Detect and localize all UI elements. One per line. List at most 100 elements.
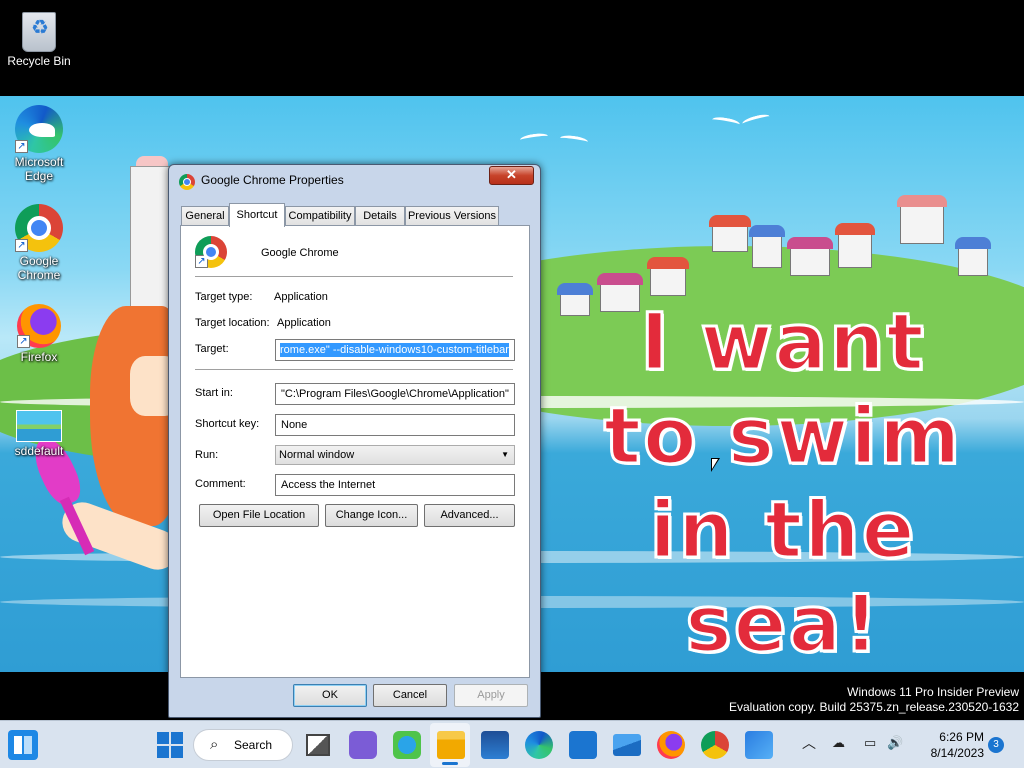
tab-compatibility[interactable]: Compatibility — [285, 206, 355, 226]
house — [647, 257, 689, 296]
task-view-icon[interactable] — [306, 734, 330, 756]
comment-input[interactable]: Access the Internet — [275, 474, 515, 496]
start-tile — [157, 732, 169, 744]
chevron-down-icon: ▼ — [501, 450, 509, 459]
desktop-icon-label: Recycle Bin — [7, 54, 71, 68]
teams-chat-icon[interactable] — [349, 731, 377, 759]
start-button[interactable] — [156, 731, 184, 759]
close-button[interactable]: ✕ — [489, 166, 534, 185]
desktop-icon-sddefault[interactable]: sddefault — [1, 402, 77, 458]
dialog-titlebar[interactable]: Google Chrome Properties ✕ — [169, 165, 540, 195]
wallpaper-slogan: I want to swim in the sea! — [548, 296, 1018, 672]
edge-taskbar-icon[interactable] — [525, 731, 553, 759]
target-type-value: Application — [274, 291, 328, 303]
file-explorer-icon[interactable] — [437, 731, 465, 759]
taskbar: ⌕ Search ︿ ☁ ▭ 🔊 6:26 PM 8/14/2023 3 — [0, 720, 1024, 768]
chevron-up-icon[interactable]: ︿ — [802, 733, 816, 753]
start-in-input[interactable]: "C:\Program Files\Google\Chrome\Applicat… — [275, 383, 515, 405]
firefox-taskbar-icon[interactable] — [657, 731, 685, 759]
mail-icon[interactable] — [613, 734, 641, 756]
taskbar-clock[interactable]: 6:26 PM 8/14/2023 — [914, 729, 984, 761]
snipping-tool-icon[interactable] — [745, 731, 773, 759]
tab-general[interactable]: General — [181, 206, 229, 226]
volume-icon[interactable]: 🔊 — [887, 735, 903, 751]
store-icon[interactable] — [569, 731, 597, 759]
clock-time: 6:26 PM — [939, 730, 984, 744]
start-tile — [157, 746, 169, 758]
edge-icon: ↗ — [15, 105, 63, 153]
firefox-icon: ↗ — [17, 304, 61, 348]
image-thumbnail-icon — [16, 410, 62, 442]
chrome-icon: ↗ — [195, 236, 227, 268]
recycle-bin-icon — [22, 12, 56, 52]
chrome-taskbar-icon[interactable] — [701, 731, 729, 759]
house — [709, 215, 751, 252]
shortcut-tab-panel: ↗ Google Chrome Target type: Application… — [180, 225, 530, 678]
search-label: Search — [234, 738, 273, 752]
slogan-line: to swim — [602, 391, 963, 484]
desktop-icon-label: sddefault — [14, 444, 64, 458]
photos-icon[interactable] — [481, 731, 509, 759]
desktop-icon-label: Microsoft Edge — [14, 155, 64, 183]
ok-button[interactable]: OK — [293, 684, 367, 707]
shortcut-arrow-icon: ↗ — [15, 239, 28, 252]
seagull — [711, 115, 741, 129]
desktop-icon-edge[interactable]: ↗ Microsoft Edge — [1, 105, 77, 183]
open-file-location-button[interactable]: Open File Location — [199, 504, 319, 527]
slogan-line: I want — [639, 297, 926, 390]
notification-badge[interactable]: 3 — [988, 737, 1004, 753]
target-label: Target: — [195, 343, 229, 355]
tab-details[interactable]: Details — [355, 206, 405, 226]
widgets-icon[interactable] — [8, 730, 38, 760]
separator — [195, 369, 513, 370]
desktop-icon-recycle-bin[interactable]: Recycle Bin — [1, 8, 77, 68]
comment-label: Comment: — [195, 478, 246, 490]
shortcut-arrow-icon: ↗ — [17, 335, 30, 348]
watermark-line: Evaluation copy. Build 25375.zn_release.… — [729, 700, 1019, 714]
target-selected-text: rome.exe" --disable-windows10-custom-tit… — [280, 343, 509, 357]
shortcut-arrow-icon: ↗ — [15, 140, 28, 153]
paint-icon[interactable] — [393, 731, 421, 759]
start-tile — [171, 732, 183, 744]
dialog-title: Google Chrome Properties — [201, 173, 344, 187]
mouse-cursor-icon — [711, 458, 720, 472]
house — [749, 225, 785, 268]
search-icon: ⌕ — [210, 736, 219, 753]
run-select-value: Normal window — [279, 449, 355, 461]
house — [787, 237, 833, 276]
separator — [195, 276, 513, 277]
cancel-button[interactable]: Cancel — [373, 684, 447, 707]
target-input[interactable]: rome.exe" --disable-windows10-custom-tit… — [275, 339, 515, 361]
desktop-icon-label: Google Chrome — [17, 254, 61, 282]
taskbar-search[interactable]: ⌕ Search — [193, 729, 293, 761]
seagull — [519, 132, 549, 144]
shortcut-key-input[interactable]: None — [275, 414, 515, 436]
slogan-line: in the sea! — [648, 485, 917, 672]
shortcut-key-label: Shortcut key: — [195, 418, 260, 430]
app-name: Google Chrome — [261, 247, 339, 259]
desktop-icon-label: Firefox — [20, 350, 58, 364]
desktop-icon-chrome[interactable]: ↗ Google Chrome — [1, 204, 77, 282]
target-location-label: Target location: — [195, 317, 270, 329]
desktop-icon-firefox[interactable]: ↗ Firefox — [1, 304, 77, 364]
chrome-icon — [179, 174, 195, 190]
tab-shortcut[interactable]: Shortcut — [229, 203, 285, 227]
properties-dialog: Google Chrome Properties ✕ General Short… — [168, 164, 541, 718]
network-icon[interactable]: ▭ — [864, 735, 876, 751]
apply-button[interactable]: Apply — [454, 684, 528, 707]
start-tile — [171, 746, 183, 758]
seagull — [741, 112, 771, 128]
advanced-button[interactable]: Advanced... — [424, 504, 515, 527]
onedrive-icon[interactable]: ☁ — [832, 735, 845, 751]
house — [835, 223, 875, 268]
house — [955, 237, 991, 276]
tab-previous-versions[interactable]: Previous Versions — [405, 206, 499, 226]
target-location-value: Application — [277, 317, 331, 329]
run-select[interactable]: Normal window ▼ — [275, 445, 515, 465]
target-type-label: Target type: — [195, 291, 253, 303]
watermark-line: Windows 11 Pro Insider Preview — [847, 685, 1019, 699]
run-label: Run: — [195, 449, 219, 461]
house — [897, 195, 947, 244]
evaluation-watermark: Windows 11 Pro Insider Preview Evaluatio… — [729, 685, 1019, 715]
change-icon-button[interactable]: Change Icon... — [325, 504, 418, 527]
